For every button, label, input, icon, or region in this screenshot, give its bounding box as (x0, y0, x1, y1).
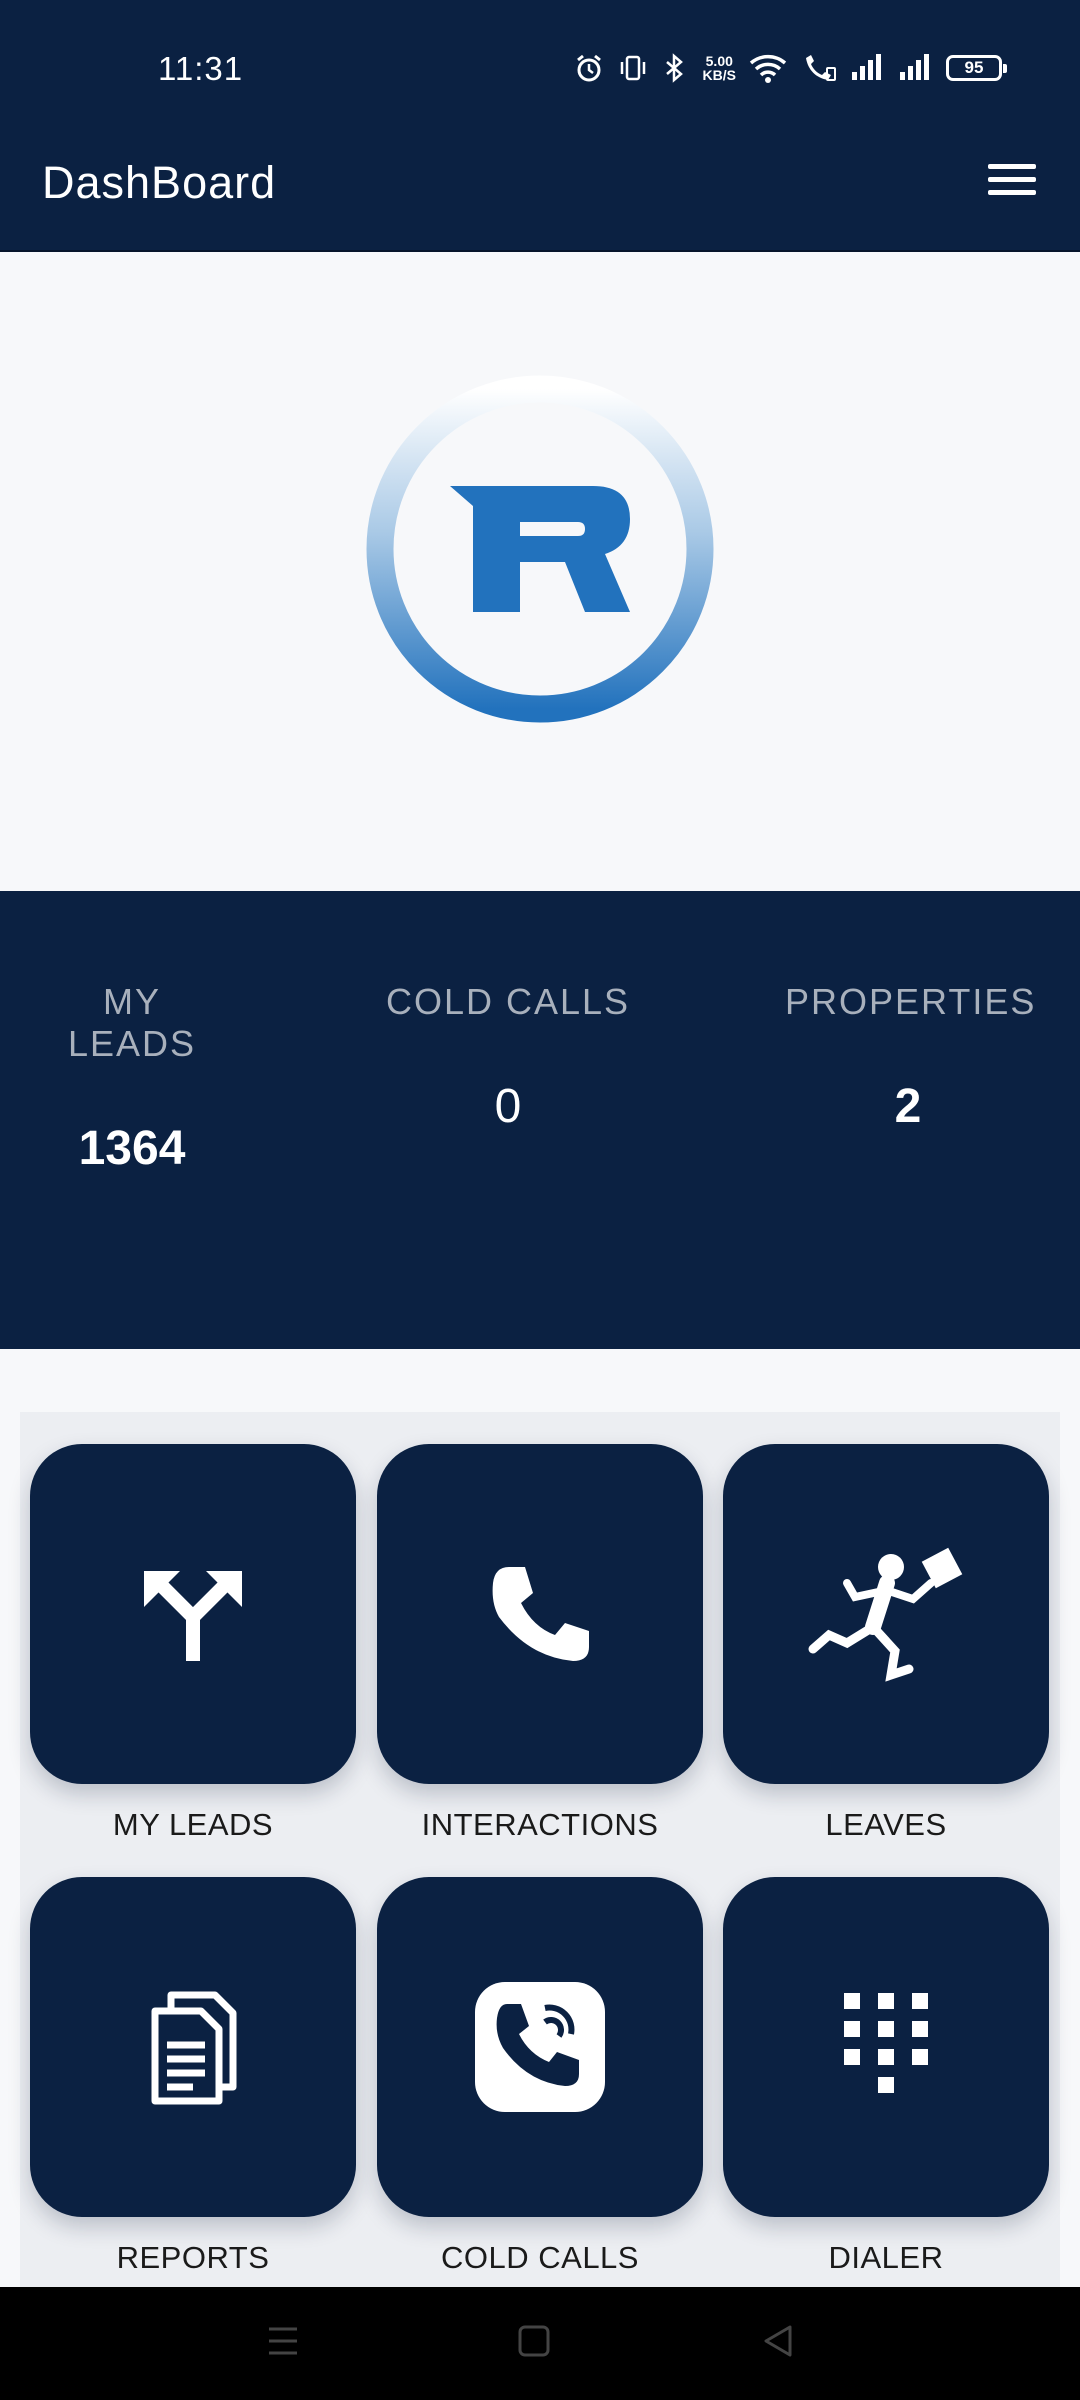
menu-tiles-panel: MY LEADS INTERACTIONS LEAVES REPORTS COL… (20, 1412, 1060, 2287)
signal-icon (852, 54, 881, 80)
tile-my-leads[interactable] (30, 1444, 356, 1784)
home-icon[interactable] (516, 2321, 552, 2361)
running-man-icon (808, 1547, 963, 1682)
wifi-call-icon (806, 55, 836, 81)
tile-cold-calls[interactable] (377, 1877, 703, 2217)
stat-value: 2 (894, 1080, 922, 1133)
tile-reports[interactable] (30, 1877, 356, 2217)
stat-value: 0 (494, 1080, 522, 1133)
stat-label: MY LEADS (67, 981, 197, 1064)
tile-leaves[interactable] (723, 1444, 1049, 1784)
phone-ringing-icon (475, 1982, 605, 2112)
hamburger-menu-icon[interactable] (988, 164, 1040, 200)
network-speed-value: 5.00 (705, 53, 733, 69)
alarm-icon (576, 54, 601, 82)
tile-label: COLD CALLS (441, 2240, 639, 2275)
logo-area (0, 254, 1080, 891)
tile-interactions[interactable] (377, 1444, 703, 1784)
stat-value: 1364 (78, 1122, 186, 1175)
battery-icon: 95 (946, 55, 1007, 81)
page-title: DashBoard (42, 157, 277, 208)
back-icon[interactable] (760, 2321, 796, 2361)
tile-label: DIALER (828, 2240, 944, 2275)
tile-dialer[interactable] (723, 1877, 1049, 2217)
tile-label: REPORTS (116, 2240, 270, 2275)
stat-properties: PROPERTIES 2 (785, 981, 1037, 1134)
app-bar: DashBoard (0, 110, 1080, 252)
brand-logo (366, 375, 714, 723)
network-speed: 5.00 KB/S (703, 54, 736, 82)
system-nav-bar (0, 2287, 1080, 2400)
status-bar: 11:31 5.00 KB/S 95 (0, 0, 1080, 110)
documents-icon (151, 1991, 237, 2105)
bluetooth-icon (665, 53, 683, 83)
stats-panel: MY LEADS 1364 COLD CALLS 0 PROPERTIES 2 (0, 891, 1080, 1349)
phone-icon (492, 1567, 589, 1661)
tile-label: LEAVES (825, 1807, 947, 1842)
stat-label: PROPERTIES (785, 981, 1037, 1022)
tile-label: MY LEADS (112, 1807, 274, 1842)
stat-my-leads: MY LEADS 1364 (34, 981, 230, 1176)
status-icons: 5.00 KB/S 95 (573, 52, 1007, 84)
split-arrows-icon (144, 1571, 242, 1661)
signal-icon (900, 54, 929, 80)
stat-cold-calls: COLD CALLS 0 (378, 981, 638, 1134)
network-speed-unit: KB/S (702, 67, 736, 83)
dialpad-icon (844, 1993, 928, 2093)
recents-icon[interactable] (265, 2321, 301, 2361)
stat-label: COLD CALLS (385, 981, 631, 1022)
tile-label: INTERACTIONS (421, 1807, 659, 1842)
vibrate-icon (620, 55, 645, 81)
status-time: 11:31 (158, 50, 244, 87)
wifi-icon (749, 55, 787, 83)
